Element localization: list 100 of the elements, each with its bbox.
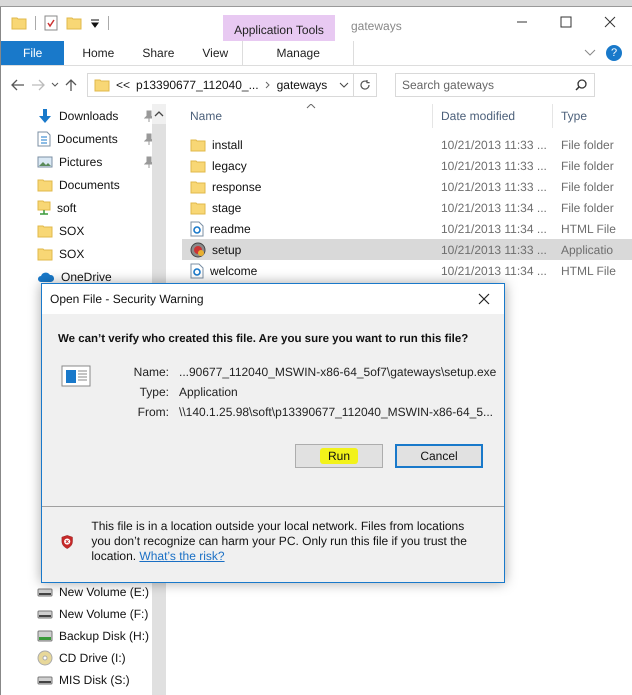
navigation-item[interactable]: Documents (1, 127, 152, 150)
ribbon-tab[interactable]: Share (128, 41, 188, 65)
folder-icon (190, 158, 206, 172)
field-value: ...90677_112040_MSWIN-x86-64_5of7\gateways\setup.exe (179, 365, 496, 379)
network-folder-icon (37, 200, 51, 216)
navigation-item[interactable]: soft (1, 196, 152, 219)
navigation-item[interactable]: SOX (1, 219, 152, 242)
column-header[interactable]: Name (182, 104, 432, 128)
file-row[interactable]: response 10/21/2013 11:33 ... File folder (182, 176, 632, 197)
navigation-item[interactable]: SOX (1, 242, 152, 265)
file-row[interactable]: readme 10/21/2013 11:34 ... HTML File (182, 218, 632, 239)
file-row[interactable]: legacy 10/21/2013 11:33 ... File folder (182, 155, 632, 176)
file-name[interactable]: install (212, 138, 243, 152)
ribbon-tab[interactable]: View (188, 41, 242, 65)
navigation-item[interactable]: New Volume (E:) (1, 581, 152, 603)
drive-icon (37, 587, 53, 597)
file-type: File folder (560, 200, 615, 214)
file-name[interactable]: welcome (210, 264, 258, 278)
folder-icon (37, 224, 53, 238)
warning-question: We can’t verify who created this file. Are you sure you want to run this file? (57, 332, 468, 345)
search-field[interactable]: Search gateways (395, 73, 595, 97)
close-icon[interactable] (604, 16, 616, 28)
navigation-item[interactable]: Documents (1, 173, 152, 196)
file-name[interactable]: readme (210, 222, 251, 236)
dialog-button[interactable]: Run (295, 444, 383, 468)
folder-icon (190, 200, 206, 214)
field-label: Name: (133, 365, 169, 379)
scroll-up-button[interactable] (152, 104, 166, 124)
file-row[interactable]: welcome 10/21/2013 11:34 ... HTML File (182, 260, 632, 281)
close-icon[interactable] (478, 293, 490, 305)
file-name[interactable]: setup (212, 242, 242, 256)
refresh-icon[interactable] (359, 79, 371, 91)
file-type: Applicatio (560, 242, 614, 256)
highlight-mark: Run (320, 448, 358, 464)
file-type: File folder (560, 158, 615, 172)
breadcrumb-overflow[interactable]: << (116, 78, 130, 92)
navigation-item[interactable]: Downloads (1, 104, 152, 127)
file-date: 10/21/2013 11:33 ... (440, 138, 548, 152)
file-row[interactable]: install 10/21/2013 11:33 ... File folder (182, 134, 632, 155)
contextual-tab-group: Application Tools (223, 15, 335, 41)
installer-icon (190, 242, 206, 258)
maximize-icon[interactable] (560, 16, 572, 28)
navigation-item[interactable]: OneDrive (1, 265, 152, 288)
navigation-item[interactable]: Backup Disk (H:) (1, 625, 152, 647)
ribbon-tab[interactable]: Home (68, 41, 128, 65)
folder-icon (37, 246, 53, 260)
folder-icon (66, 16, 82, 30)
program-window-icon (61, 365, 91, 387)
back-arrow-icon[interactable] (11, 79, 25, 91)
dialog-button[interactable]: Cancel (395, 444, 483, 468)
disc-icon (37, 650, 53, 666)
column-header[interactable]: Type (552, 104, 632, 128)
navigation-item[interactable]: CD Drive (I:) (1, 647, 152, 669)
column-header[interactable]: Date modified (432, 104, 552, 128)
file-type: File folder (560, 180, 615, 194)
file-type: HTML File (560, 222, 617, 236)
risk-link[interactable]: What’s the risk? (139, 549, 225, 563)
chevron-right-icon (264, 81, 271, 89)
pictures-icon (37, 154, 53, 168)
navigation-item[interactable]: Pictures (1, 150, 152, 173)
folder-icon (37, 178, 53, 192)
address-bar[interactable]: << p13390677_112040_... gateways (87, 73, 377, 97)
file-date: 10/21/2013 11:33 ... (440, 242, 548, 256)
field-value: \\140.1.25.98\soft\p13390677_112040_MSWIN-x86-64_5... (179, 405, 494, 419)
web-page-icon (190, 262, 204, 278)
file-type: HTML File (560, 264, 617, 278)
chevron-up-icon (154, 111, 164, 117)
file-date: 10/21/2013 11:34 ... (440, 200, 548, 214)
drive-icon (37, 609, 53, 619)
ribbon-tab[interactable]: File (1, 41, 64, 65)
chevron-down-icon[interactable] (51, 82, 59, 88)
warning-text: This file is in a location outside your local network. Files from locations you don’t recognize can harm your PC. Only run this file if you trust the location. What’s the risk? (91, 519, 468, 564)
folder-icon (11, 16, 27, 30)
document-icon (37, 130, 51, 146)
ribbon-tab[interactable]: Manage (242, 41, 354, 65)
file-name[interactable]: response (212, 180, 262, 194)
chevron-down-icon[interactable] (339, 82, 349, 88)
dropdown-icon[interactable] (90, 18, 100, 28)
field-label: From: (136, 405, 169, 419)
folder-icon (190, 180, 206, 194)
folder-icon (190, 138, 206, 152)
file-date: 10/21/2013 11:34 ... (440, 264, 548, 278)
file-row[interactable]: stage 10/21/2013 11:34 ... File folder (182, 197, 632, 218)
breadcrumb[interactable]: p13390677_112040_... (136, 78, 259, 92)
up-arrow-icon[interactable] (65, 78, 77, 92)
window-title: gateways (350, 18, 403, 33)
field-label: Type: (138, 385, 169, 399)
help-button[interactable]: ? (606, 45, 622, 61)
properties-icon[interactable] (44, 15, 58, 31)
file-name[interactable]: stage (212, 200, 242, 214)
file-name[interactable]: legacy (212, 158, 247, 172)
file-row[interactable]: setup 10/21/2013 11:33 ... Applicatio (182, 239, 632, 260)
sort-caret-icon (306, 104, 316, 109)
field-value: Application (179, 385, 239, 399)
navigation-item[interactable]: MIS Disk (S:) (1, 669, 152, 691)
file-type: File folder (560, 138, 615, 152)
navigation-item[interactable]: New Volume (F:) (1, 603, 152, 625)
folder-icon (94, 78, 110, 92)
file-date: 10/21/2013 11:33 ... (440, 180, 548, 194)
breadcrumb[interactable]: gateways (276, 78, 328, 92)
